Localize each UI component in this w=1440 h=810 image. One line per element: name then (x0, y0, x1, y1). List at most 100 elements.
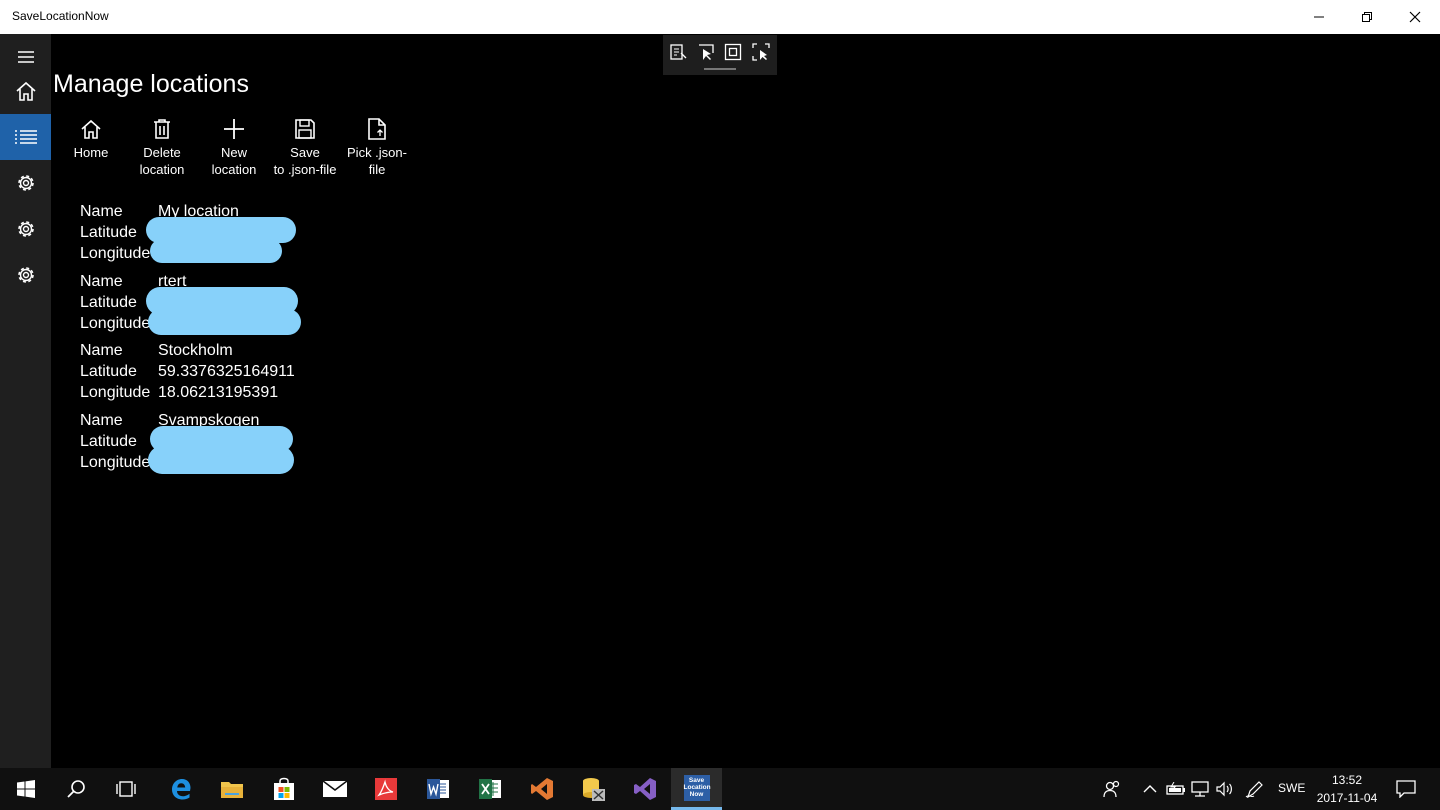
task-view-button[interactable] (100, 768, 151, 810)
network-button[interactable] (1188, 768, 1212, 810)
new-location-button-label: New location (211, 145, 257, 177)
nav-manage-locations-button[interactable] (0, 114, 51, 160)
windows-logo-icon (16, 780, 35, 798)
battery-button[interactable] (1164, 768, 1188, 810)
app-tile-icon: Save Location Now (683, 774, 711, 801)
track-focus-icon (752, 43, 770, 61)
new-location-button[interactable]: New location (198, 118, 270, 178)
delete-location-button[interactable]: Delete location (126, 118, 198, 178)
latitude-label: Latitude (80, 224, 137, 241)
store-taskbar-button[interactable] (258, 768, 309, 810)
live-tree-icon (670, 44, 687, 60)
pdf-app-taskbar-button[interactable] (360, 768, 411, 810)
visual-studio-icon (633, 778, 656, 800)
speaker-volume-icon (1216, 781, 1232, 797)
battery-charging-icon (1166, 782, 1185, 795)
database-icon (582, 778, 605, 801)
open-file-icon (368, 118, 386, 140)
nav-home-button[interactable] (0, 68, 51, 114)
minimize-button[interactable] (1296, 0, 1342, 34)
layout-adorners-button[interactable] (722, 41, 744, 63)
mail-taskbar-button[interactable] (309, 768, 360, 810)
latitude-label: Latitude (80, 363, 137, 380)
title-bar: SaveLocationNow (0, 0, 1440, 34)
pen-workspace-button[interactable] (1243, 768, 1267, 810)
network-ethernet-icon (1191, 781, 1209, 797)
vs-code-taskbar-button[interactable] (516, 768, 567, 810)
name-label: Name (80, 203, 123, 220)
chevron-up-icon (1143, 785, 1157, 793)
nav-settings-button-2[interactable] (0, 206, 51, 252)
excel-taskbar-button[interactable] (464, 768, 515, 810)
people-icon (1103, 780, 1120, 798)
show-hidden-icons-button[interactable] (1140, 768, 1160, 810)
pick-json-file-button-label: Pick .json- file (347, 145, 407, 177)
word-taskbar-button[interactable] (412, 768, 463, 810)
restore-icon (1362, 12, 1372, 22)
save-to-json-button[interactable]: Save to .json-file (269, 118, 341, 178)
gear-icon (17, 221, 34, 237)
word-icon (426, 779, 449, 799)
edge-taskbar-button[interactable] (155, 768, 206, 810)
minimize-icon (1314, 16, 1324, 18)
file-explorer-taskbar-button[interactable] (206, 768, 257, 810)
home-button-label: Home (73, 145, 109, 160)
taskbar: Save Location Now SWE 13:52 2017-11-04 (0, 768, 1440, 810)
home-icon (15, 81, 36, 101)
navigation-rail (0, 34, 51, 768)
pdf-document-icon (374, 778, 397, 800)
redaction-mark (148, 309, 301, 335)
close-button[interactable] (1392, 0, 1438, 34)
cursor-select-icon (699, 44, 714, 60)
hamburger-icon (17, 51, 34, 63)
save-location-now-taskbar-button[interactable]: Save Location Now (671, 768, 722, 810)
redaction-mark (148, 446, 294, 474)
visual-studio-taskbar-button[interactable] (619, 768, 670, 810)
people-button[interactable] (1100, 768, 1124, 810)
longitude-label: Longitude (80, 245, 151, 262)
database-tool-taskbar-button[interactable] (567, 768, 618, 810)
nav-settings-button-3[interactable] (0, 252, 51, 298)
longitude-label: Longitude (80, 384, 151, 401)
nav-settings-button-1[interactable] (0, 160, 51, 206)
name-label: Name (80, 342, 123, 359)
save-to-json-button-label: Save to .json-file (273, 145, 337, 177)
clock[interactable]: 13:52 2017-11-04 (1308, 771, 1386, 807)
notification-icon (1396, 780, 1416, 798)
latitude-label: Latitude (80, 294, 137, 311)
debug-toolbar-handle[interactable] (704, 68, 736, 70)
volume-button[interactable] (1213, 768, 1237, 810)
search-button[interactable] (50, 768, 101, 810)
adorner-icon (724, 43, 742, 61)
task-view-icon (115, 781, 136, 797)
track-focus-button[interactable] (750, 41, 772, 63)
close-icon (1409, 11, 1421, 23)
folder-icon (220, 782, 243, 798)
select-element-button[interactable] (695, 41, 717, 63)
pen-icon (1245, 781, 1263, 798)
live-tree-button[interactable] (667, 41, 689, 63)
latitude-label: Latitude (80, 433, 137, 450)
restore-button[interactable] (1344, 0, 1390, 34)
list-icon (14, 130, 37, 144)
trash-icon (154, 119, 170, 139)
pick-json-file-button[interactable]: Pick .json- file (341, 118, 413, 178)
edge-browser-icon (171, 779, 190, 800)
window-title: SaveLocationNow (12, 9, 109, 23)
action-center-button[interactable] (1392, 768, 1420, 810)
name-label: Name (80, 273, 123, 290)
home-button[interactable]: Home (55, 118, 127, 161)
location-longitude: 18.06213195391 (158, 384, 279, 401)
start-button[interactable] (0, 768, 51, 810)
plus-icon (224, 119, 244, 139)
store-bag-icon (273, 777, 294, 800)
gear-icon (17, 267, 34, 283)
name-label: Name (80, 412, 123, 429)
input-language-indicator[interactable]: SWE (1278, 781, 1305, 795)
page-title: Manage locations (53, 70, 249, 98)
location-name: Stockholm (158, 342, 233, 359)
search-icon (66, 780, 85, 798)
longitude-label: Longitude (80, 454, 151, 471)
delete-location-button-label: Delete location (139, 145, 185, 177)
location-latitude: 59.3376325164911 (158, 363, 295, 380)
